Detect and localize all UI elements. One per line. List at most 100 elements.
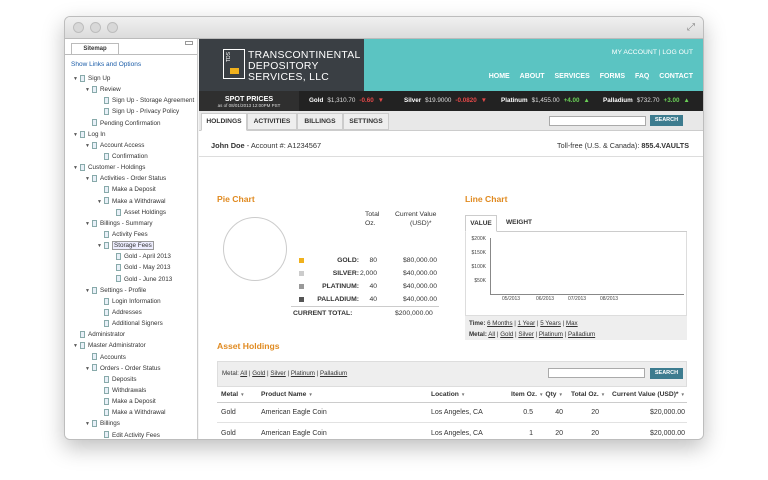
sitemap-item[interactable]: ▼ Review (65, 84, 197, 95)
sort-icon[interactable]: ▼ (681, 392, 685, 397)
sitemap-item[interactable]: Addresses (65, 307, 197, 318)
time-max[interactable]: Max (566, 320, 578, 327)
metal-palladium[interactable]: Palladium (568, 331, 595, 338)
line-chart-area: $200K $150K $100K $50K 05/2013 06/2013 0… (465, 232, 687, 316)
col-qty-header[interactable]: Qty ▼ (541, 391, 563, 398)
nav-forms[interactable]: FORMS (600, 73, 625, 80)
tab-activities[interactable]: ACTIVITIES (247, 113, 297, 130)
sitemap-item-label: Billings (100, 420, 120, 428)
sitemap-item[interactable]: Administrator (65, 329, 197, 340)
asset-search-input[interactable] (548, 368, 645, 378)
asset-metal-platinum[interactable]: Platinum (291, 370, 315, 377)
sort-icon[interactable]: ▼ (601, 392, 605, 397)
pie-metal-value: $40,000.00 (402, 296, 437, 303)
account-links: MY ACCOUNT | LOG OUT (612, 49, 693, 56)
sitemap-item[interactable]: Withdrawals (65, 385, 197, 396)
sitemap-item[interactable]: ▼ Account Access (65, 140, 197, 151)
sort-icon[interactable]: ▼ (461, 392, 465, 397)
sitemap-item[interactable]: Make a Deposit (65, 184, 197, 195)
sitemap-item[interactable]: ▼ Master Administrator (65, 340, 197, 351)
sitemap-item[interactable]: Activity Fees (65, 229, 197, 240)
nav-services[interactable]: SERVICES (554, 73, 589, 80)
sitemap-item[interactable]: ▼ Log In (65, 129, 197, 140)
tab-weight[interactable]: WEIGHT (499, 215, 539, 232)
spot-platinum: Platinum $1,455.00 +4.00 ▲ (501, 97, 590, 104)
metal-gold[interactable]: Gold (500, 331, 513, 338)
page-icon (104, 241, 109, 249)
sitemap-item[interactable]: Make a Deposit (65, 396, 197, 407)
search-input[interactable] (549, 116, 646, 126)
maximize-window-button[interactable] (107, 22, 118, 33)
time-6-months[interactable]: 6 Months (487, 320, 512, 327)
collapse-sidebar-icon[interactable] (185, 41, 193, 45)
tab-billings[interactable]: BILLINGS (297, 113, 343, 130)
tab-settings[interactable]: SETTINGS (343, 113, 389, 130)
sitemap-item[interactable]: Gold - April 2013 (65, 251, 197, 262)
minimize-window-button[interactable] (90, 22, 101, 33)
page-icon (92, 119, 97, 127)
sort-icon[interactable]: ▼ (308, 392, 312, 397)
my-account-link[interactable]: MY ACCOUNT (612, 49, 657, 56)
sitemap-item[interactable]: Gold - June 2013 (65, 274, 197, 285)
asset-metal-silver[interactable]: Silver (270, 370, 285, 377)
nav-about[interactable]: ABOUT (520, 73, 545, 80)
spot-metal-name: Gold (309, 97, 324, 104)
sitemap-item[interactable]: Asset Holdings (65, 207, 197, 218)
metal-platinum[interactable]: Platinum (539, 331, 563, 338)
col-current-value-header[interactable]: Current Value (USD)* ▼ (607, 391, 685, 398)
sitemap-item[interactable]: ▼ Billings (65, 418, 197, 429)
search-button[interactable]: SEARCH (650, 115, 683, 126)
logo[interactable]: TDS TRANSCONTINENTAL DEPOSITORY SERVICES… (199, 39, 364, 91)
sitemap-item-label: Login Information (112, 297, 161, 305)
pie-metal-oz: 40 (369, 283, 377, 290)
sitemap-item[interactable]: Login Information (65, 296, 197, 307)
col-product-header[interactable]: Product Name ▼ (261, 391, 313, 398)
asset-search-button[interactable]: SEARCH (650, 368, 683, 379)
fullscreen-icon[interactable]: ⤢ (687, 22, 695, 33)
sitemap-item[interactable]: Pending Confirmation (65, 118, 197, 129)
main-nav: HOME ABOUT SERVICES FORMS FAQ CONTACT (481, 73, 693, 80)
close-window-button[interactable] (73, 22, 84, 33)
sitemap-item[interactable]: ▼ Orders - Order Status (65, 363, 197, 374)
time-1-year[interactable]: 1 Year (518, 320, 536, 327)
sitemap-item[interactable]: ▼ Customer - Holdings (65, 162, 197, 173)
metal-silver[interactable]: Silver (518, 331, 533, 338)
sitemap-item[interactable]: Sign Up - Privacy Policy (65, 106, 197, 117)
asset-metal-palladium[interactable]: Palladium (320, 370, 347, 377)
sort-icon[interactable]: ▼ (240, 392, 244, 397)
show-links-link[interactable]: Show Links and Options (71, 61, 141, 68)
sitemap-item[interactable]: Sign Up - Storage Agreement (65, 95, 197, 106)
metal-label: Metal: (469, 331, 487, 338)
sort-icon[interactable]: ▼ (559, 392, 563, 397)
sitemap-item[interactable]: ▼ Storage Fees (65, 240, 197, 251)
nav-home[interactable]: HOME (489, 73, 510, 80)
sitemap-item[interactable]: Confirmation (65, 151, 197, 162)
sitemap-item[interactable]: ▼ Sign Up (65, 73, 197, 84)
asset-metal-all[interactable]: All (240, 370, 247, 377)
logout-link[interactable]: LOG OUT (662, 49, 693, 56)
page-icon (80, 74, 85, 82)
sitemap-item[interactable]: Accounts (65, 352, 197, 363)
sitemap-item[interactable]: Edit Activity Fees (65, 430, 197, 440)
col-item-oz-header[interactable]: Item Oz. ▼ (511, 391, 543, 398)
sitemap-item[interactable]: Additional Signers (65, 318, 197, 329)
col-location-header[interactable]: Location ▼ (431, 391, 465, 398)
tab-value[interactable]: VALUE (465, 215, 497, 232)
spot-prices-date: as of 08/01/2013 12:00PM PST (217, 103, 281, 108)
nav-faq[interactable]: FAQ (635, 73, 649, 80)
sitemap-item[interactable]: ▼ Billings - Summary (65, 218, 197, 229)
sitemap-item[interactable]: Gold - May 2013 (65, 262, 197, 273)
time-5-years[interactable]: 5 Years (540, 320, 561, 327)
header-divider (217, 402, 687, 403)
col-total-oz-header[interactable]: Total Oz. ▼ (571, 391, 605, 398)
col-metal-header[interactable]: Metal ▼ (221, 391, 245, 398)
sitemap-item[interactable]: ▼ Settings - Profile (65, 285, 197, 296)
sitemap-item[interactable]: ▼ Activities - Order Status (65, 173, 197, 184)
nav-contact[interactable]: CONTACT (659, 73, 693, 80)
tab-holdings[interactable]: HOLDINGS (201, 113, 247, 131)
metal-all[interactable]: All (488, 331, 495, 338)
sitemap-item[interactable]: ▼ Make a Withdrawal (65, 196, 197, 207)
sitemap-item[interactable]: Make a Withdrawal (65, 407, 197, 418)
asset-metal-gold[interactable]: Gold (252, 370, 265, 377)
sitemap-item[interactable]: Deposits (65, 374, 197, 385)
